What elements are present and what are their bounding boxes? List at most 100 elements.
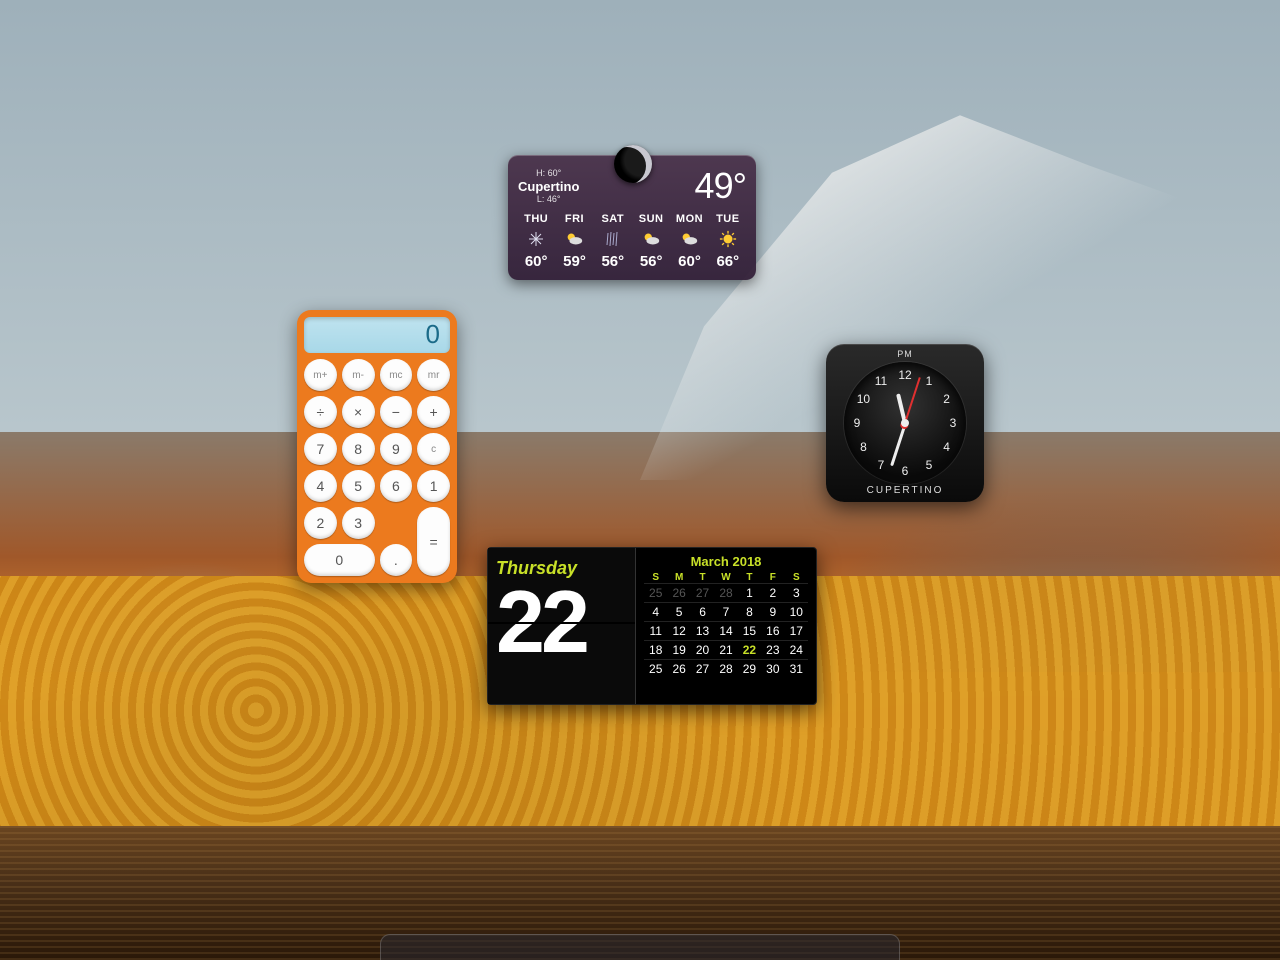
calendar-cell[interactable]: 7 [714, 602, 737, 621]
forecast-day-name: TUE [710, 213, 746, 225]
calculator-keypad: m+m-mcmr ÷×−+789c 456= 1 23 0. [304, 359, 450, 576]
weather-current-temp: 49° [695, 165, 746, 207]
forecast-partly-sunny-icon [556, 228, 592, 250]
forecast-partly-sunny-icon [671, 228, 707, 250]
calendar-cell[interactable]: 16 [761, 621, 784, 640]
calendar-cell[interactable]: 23 [761, 640, 784, 659]
calendar-cell[interactable]: 11 [644, 621, 667, 640]
calendar-cell[interactable]: 30 [761, 659, 784, 678]
forecast-day: SUN56° [633, 213, 669, 270]
calendar-cell[interactable]: 14 [714, 621, 737, 640]
calendar-weekday: W [714, 572, 737, 583]
calc-key-mplus[interactable]: m+ [304, 359, 337, 391]
calc-key-9[interactable]: 9 [380, 433, 413, 465]
calendar-cell[interactable]: 8 [738, 602, 761, 621]
calc-key-operator[interactable]: ÷ [304, 396, 337, 428]
forecast-day-name: THU [518, 213, 554, 225]
forecast-day-temp: 56° [595, 253, 631, 270]
forecast-day: SAT 56° [595, 213, 631, 270]
forecast-day-name: MON [671, 213, 707, 225]
clock-numeral: 6 [895, 464, 915, 478]
calc-key-mr[interactable]: mr [417, 359, 450, 391]
calendar-cell[interactable]: 10 [785, 602, 808, 621]
calendar-cell[interactable]: 17 [785, 621, 808, 640]
clock-numeral: 2 [937, 392, 957, 406]
clock-ampm: PM [826, 344, 984, 359]
calc-key-4[interactable]: 4 [304, 470, 337, 502]
calc-key-operator[interactable]: + [417, 396, 450, 428]
calendar-cell[interactable]: 28 [714, 583, 737, 602]
clock-numeral: 7 [871, 458, 891, 472]
calc-key-2[interactable]: 2 [304, 507, 337, 539]
calendar-week-row: 45678910 [644, 602, 808, 621]
calendar-widget[interactable]: Thursday 22 March 2018 SMTWTFS 252627281… [487, 547, 817, 705]
calendar-cell[interactable]: 4 [644, 602, 667, 621]
calendar-cell[interactable]: 27 [691, 659, 714, 678]
calendar-cell[interactable]: 25 [644, 659, 667, 678]
calc-key-clear[interactable]: c [417, 433, 450, 465]
calendar-week-row: 11121314151617 [644, 621, 808, 640]
calc-key-equals[interactable]: = [417, 507, 450, 576]
calculator-display: 0 [304, 317, 450, 353]
calendar-cell[interactable]: 6 [691, 602, 714, 621]
calendar-cell[interactable]: 25 [644, 583, 667, 602]
weather-forecast-row: THU60°FRI59°SAT56°SUN56°MON60°TUE66° [518, 213, 746, 270]
calendar-cell[interactable]: 19 [667, 640, 690, 659]
calc-key-5[interactable]: 5 [342, 470, 375, 502]
calendar-cell[interactable]: 12 [667, 621, 690, 640]
calendar-cell[interactable]: 3 [785, 583, 808, 602]
dock[interactable] [380, 934, 900, 960]
calendar-cell[interactable]: 31 [785, 659, 808, 678]
forecast-day: MON60° [671, 213, 707, 270]
clock-numeral: 1 [919, 374, 939, 388]
forecast-day-name: SAT [595, 213, 631, 225]
weather-widget[interactable]: H: 60° Cupertino L: 46° 49° THU60°FRI59°… [508, 155, 756, 280]
clock-face: 121234567891011 [844, 362, 966, 484]
calendar-cell[interactable]: 28 [714, 659, 737, 678]
calendar-cell[interactable]: 2 [761, 583, 784, 602]
clock-numeral: 12 [895, 368, 915, 382]
calendar-month-label: March 2018 [644, 554, 808, 569]
calendar-cell[interactable]: 1 [738, 583, 761, 602]
calendar-cell[interactable]: 20 [691, 640, 714, 659]
calendar-cell[interactable]: 26 [667, 659, 690, 678]
calc-key-3[interactable]: 3 [342, 507, 375, 539]
calc-key-operator[interactable]: − [380, 396, 413, 428]
calendar-week-row: 25262728293031 [644, 659, 808, 678]
forecast-day-temp: 60° [518, 253, 554, 270]
calendar-cell[interactable]: 13 [691, 621, 714, 640]
calendar-grid: 2526272812345678910111213141516171819202… [644, 583, 808, 678]
calendar-cell[interactable]: 5 [667, 602, 690, 621]
calc-key-0[interactable]: 0 [304, 544, 375, 576]
clock-widget[interactable]: PM 121234567891011 CUPERTINO [826, 344, 984, 502]
calendar-weekday: T [738, 572, 761, 583]
calc-key-mminus[interactable]: m- [342, 359, 375, 391]
calendar-cell[interactable]: 21 [714, 640, 737, 659]
forecast-day-temp: 66° [710, 253, 746, 270]
calendar-cell-today[interactable]: 22 [738, 640, 761, 659]
calc-key-1[interactable]: 1 [417, 470, 450, 502]
calc-key-8[interactable]: 8 [342, 433, 375, 465]
forecast-rain-icon [595, 228, 631, 250]
calendar-cell[interactable]: 15 [738, 621, 761, 640]
forecast-day: THU 60° [518, 213, 554, 270]
calendar-cell[interactable]: 26 [667, 583, 690, 602]
calc-key-decimal[interactable]: . [380, 544, 413, 576]
calendar-cell[interactable]: 27 [691, 583, 714, 602]
calc-key-operator[interactable]: × [342, 396, 375, 428]
forecast-day-temp: 56° [633, 253, 669, 270]
calculator-widget[interactable]: 0 m+m-mcmr ÷×−+789c 456= 1 23 0. [297, 310, 457, 583]
forecast-day-name: FRI [556, 213, 592, 225]
calc-key-7[interactable]: 7 [304, 433, 337, 465]
calc-key-mc[interactable]: mc [380, 359, 413, 391]
calendar-day-number: 22 [496, 585, 627, 660]
calendar-today-panel: Thursday 22 [488, 548, 636, 704]
clock-numeral: 3 [943, 416, 963, 430]
clock-city: CUPERTINO [826, 485, 984, 496]
calendar-cell[interactable]: 18 [644, 640, 667, 659]
calendar-weekday: M [667, 572, 690, 583]
calendar-cell[interactable]: 9 [761, 602, 784, 621]
calendar-cell[interactable]: 24 [785, 640, 808, 659]
calc-key-6[interactable]: 6 [380, 470, 413, 502]
calendar-cell[interactable]: 29 [738, 659, 761, 678]
